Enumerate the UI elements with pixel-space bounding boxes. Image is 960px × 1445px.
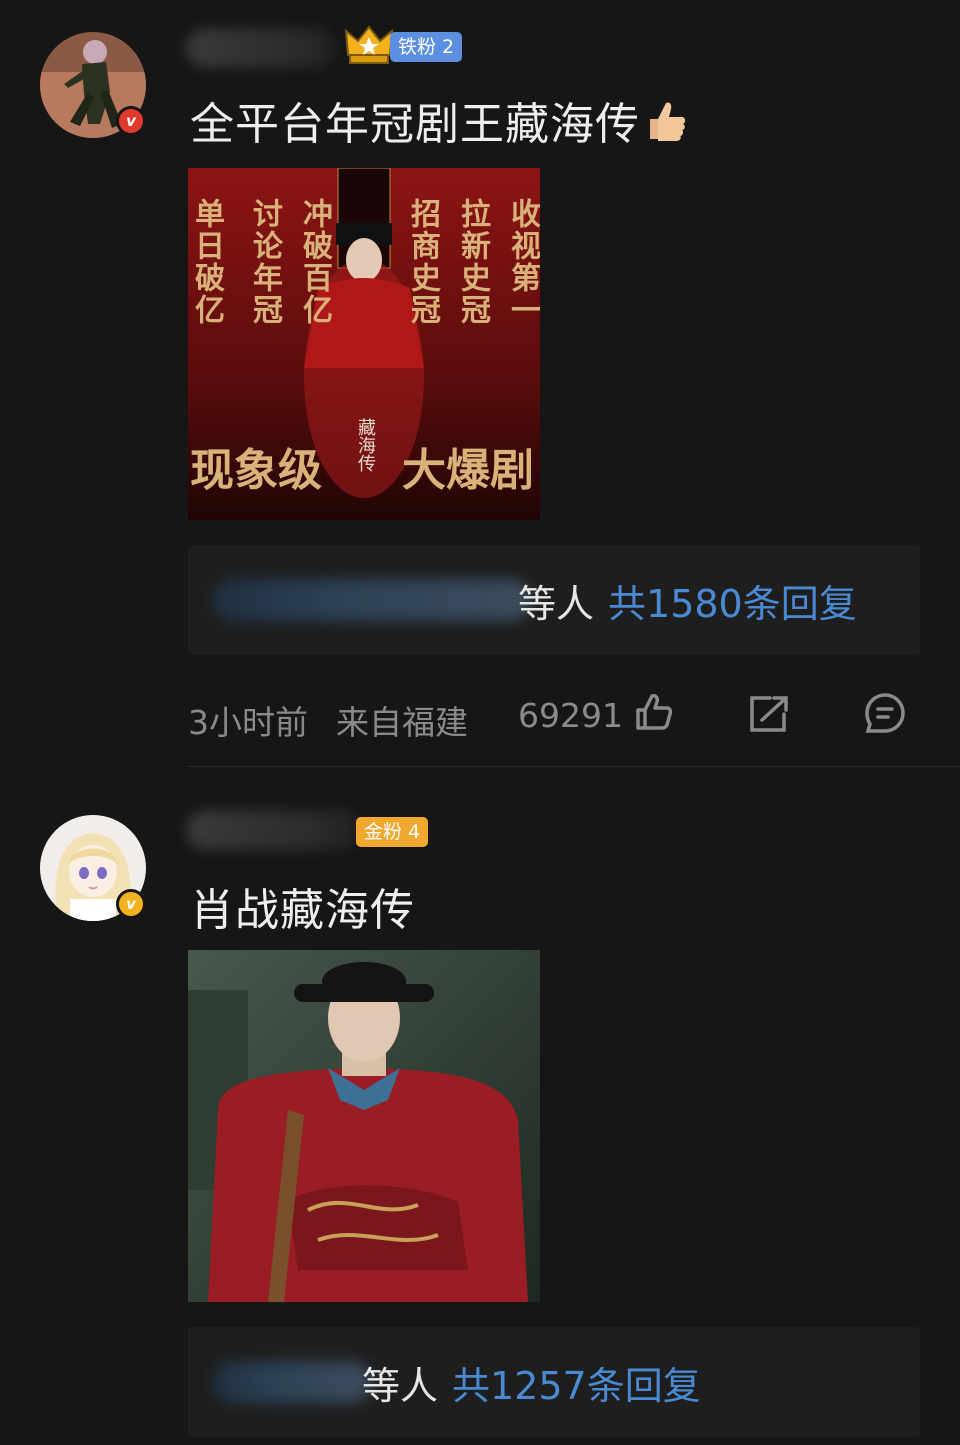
comment-text-body: 肖战藏海传 (190, 885, 415, 936)
photo-artwork (188, 950, 540, 1302)
fan-badge-label: 金粉 4 (356, 817, 429, 847)
reply-count-link[interactable]: 共1580条回复 (608, 582, 857, 626)
poster-col3: 冲破百亿 (297, 198, 332, 326)
reply-count-link[interactable]: 共1257条回复 (452, 1364, 701, 1408)
comment-meta: 3小时前 来自福建 69291 (188, 690, 920, 742)
poster-col5: 拉新史冠 (455, 198, 490, 326)
post-image-photo[interactable] (188, 950, 540, 1302)
comment-time: 3小时前 (188, 703, 308, 742)
comment-text-body: 全平台年冠剧王藏海传 (190, 99, 640, 150)
poster-bottom-left: 现象级 (190, 445, 322, 496)
comment-item: v 铁粉 2 全平台年冠剧王藏海传 单日破亿 讨论年冠 冲破百亿 招商史冠 拉新… (0, 0, 960, 770)
poster-col6: 收视第一 (505, 198, 540, 326)
reply-summary: 等人 共1580条回复 (518, 573, 857, 628)
crown-icon (344, 25, 394, 69)
replies-preview[interactable]: 等人 共1580条回复 (188, 545, 920, 655)
share-icon[interactable] (748, 694, 790, 742)
avatar[interactable]: v (40, 32, 146, 138)
comment-item: v 金粉 4 肖战藏海传 等人 共1257条回复 (0, 770, 960, 1445)
like-count: 69291 (518, 696, 623, 735)
poster-title: 藏海传 (355, 418, 376, 472)
reply-etc-label: 等人 (362, 1364, 439, 1408)
fan-badge-label: 铁粉 2 (390, 32, 463, 62)
comment-text: 肖战藏海传 (190, 874, 415, 938)
fan-badge[interactable]: 金粉 4 (356, 817, 429, 847)
replies-preview[interactable]: 等人 共1257条回复 (188, 1327, 920, 1437)
comment-location: 来自福建 (336, 703, 468, 742)
thumbs-up-emoji-icon (644, 99, 688, 154)
divider (188, 766, 960, 767)
reply-users-redacted (212, 579, 532, 621)
verified-badge-icon: v (116, 106, 146, 136)
username-redacted[interactable] (186, 28, 336, 68)
poster-col4: 招商史冠 (405, 198, 440, 326)
fan-badge[interactable]: 铁粉 2 (344, 25, 463, 64)
reply-users-redacted (212, 1361, 372, 1403)
username-redacted[interactable] (186, 810, 362, 850)
poster-bottom-right: 大爆剧 (402, 445, 534, 496)
reply-etc-label: 等人 (518, 582, 595, 626)
poster-col1: 单日破亿 (189, 198, 224, 326)
avatar[interactable]: v (40, 815, 146, 921)
poster-col2: 讨论年冠 (247, 198, 282, 326)
post-image-poster[interactable]: 单日破亿 讨论年冠 冲破百亿 招商史冠 拉新史冠 收视第一 现象级 藏海传 大爆… (188, 168, 540, 520)
comment-text: 全平台年冠剧王藏海传 (190, 88, 688, 154)
reply-summary: 等人 共1257条回复 (362, 1355, 701, 1410)
verified-badge-icon: v (116, 889, 146, 919)
like-thumb-icon[interactable] (634, 692, 674, 740)
comment-bubble-icon[interactable] (864, 692, 906, 742)
